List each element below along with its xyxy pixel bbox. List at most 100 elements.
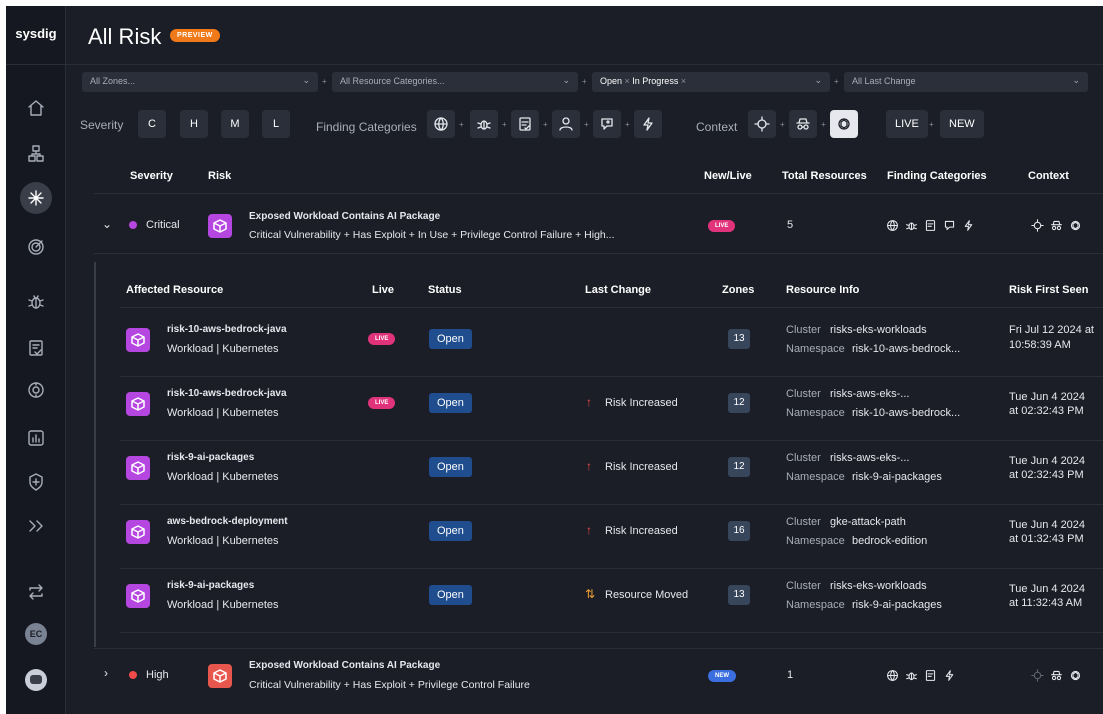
col-finding-categories[interactable]: Finding Categories — [887, 170, 987, 182]
resource-name[interactable]: risk-10-aws-bedrock-java — [167, 324, 287, 335]
plus-icon: + — [459, 120, 464, 129]
compliance-icon[interactable] — [20, 332, 52, 364]
runtime-category-button[interactable] — [634, 110, 662, 138]
col-total-resources[interactable]: Total Resources — [782, 170, 867, 182]
first-seen-time: 10:58:39 AM — [1009, 339, 1071, 351]
namespace-value: risk-10-aws-bedrock... — [852, 407, 961, 419]
posture-icon[interactable] — [20, 231, 52, 263]
last-change-text: Risk Increased — [605, 461, 678, 473]
col-live[interactable]: Live — [372, 284, 394, 296]
last-change-text: Risk Increased — [605, 397, 678, 409]
cube-icon — [208, 214, 232, 238]
col-status[interactable]: Status — [428, 284, 462, 296]
namespace-label: Namespace — [786, 407, 845, 419]
severity-medium-button[interactable]: M — [221, 110, 249, 138]
context-label: Context — [696, 120, 738, 134]
cluster-value: risks-eks-workloads — [830, 324, 927, 336]
policies-icon[interactable] — [20, 466, 52, 498]
document-check-icon — [519, 117, 531, 131]
plus-icon: + — [322, 77, 327, 86]
config-category-button[interactable] — [593, 110, 621, 138]
severity-text: Critical — [146, 219, 180, 231]
zones-filter-value: All Zones... — [90, 76, 136, 86]
col-risk-first-seen[interactable]: Risk First Seen — [1009, 284, 1088, 296]
chevron-down-icon: ⌄ — [302, 75, 310, 85]
risk-icon[interactable] — [20, 182, 52, 214]
risk-title[interactable]: Exposed Workload Contains AI Package — [249, 211, 440, 222]
first-seen-date: Tue Jun 4 2024 — [1009, 455, 1086, 467]
chevron-right-icon[interactable]: › — [104, 666, 108, 680]
threats-icon[interactable] — [20, 286, 52, 318]
last-change-text: Risk Increased — [605, 525, 678, 537]
chevron-down-icon[interactable]: ⌄ — [102, 217, 112, 231]
cube-icon — [126, 456, 150, 480]
status-chip-open: Open — [600, 76, 623, 86]
compliance-category-button[interactable] — [511, 110, 539, 138]
namespace-value: risk-9-ai-packages — [852, 599, 942, 611]
vulnerability-category-button[interactable] — [470, 110, 498, 138]
resource-name[interactable]: risk-9-ai-packages — [167, 580, 254, 591]
identity-category-button[interactable] — [552, 110, 580, 138]
context-icons — [1031, 669, 1082, 682]
privileged-context-button[interactable] — [789, 110, 817, 138]
col-risk[interactable]: Risk — [208, 170, 231, 182]
resource-name[interactable]: risk-10-aws-bedrock-java — [167, 388, 287, 399]
swap-arrows-icon: ⇅ — [585, 587, 596, 601]
zones-count: 12 — [728, 457, 750, 477]
exposure-context-button[interactable] — [748, 110, 776, 138]
expand-icon[interactable] — [20, 510, 52, 542]
globe-icon — [434, 117, 448, 131]
severity-high-button[interactable]: H — [180, 110, 208, 138]
finding-categories-label: Finding Categories — [316, 120, 417, 134]
support-icon[interactable] — [25, 669, 47, 691]
cube-icon — [126, 392, 150, 416]
live-filter-button[interactable]: LIVE — [886, 110, 928, 138]
namespace-label: Namespace — [786, 535, 845, 547]
cluster-value: gke-attack-path — [830, 516, 906, 528]
lightning-icon — [964, 220, 973, 231]
col-severity[interactable]: Severity — [130, 170, 173, 182]
cluster-value: risks-eks-workloads — [830, 580, 927, 592]
status-filter[interactable]: Open × In Progress × ⌄ — [592, 72, 830, 92]
zones-count: 13 — [728, 329, 750, 349]
total-resources: 5 — [787, 219, 794, 231]
namespace-value: risk-10-aws-bedrock... — [852, 343, 961, 355]
plus-icon: + — [834, 77, 839, 86]
col-zones[interactable]: Zones — [722, 284, 754, 296]
severity-low-button[interactable]: L — [262, 110, 290, 138]
col-resource-info[interactable]: Resource Info — [786, 284, 859, 296]
chevron-down-icon: ⌄ — [814, 75, 822, 85]
col-new-live[interactable]: New/Live — [704, 170, 752, 182]
plus-icon: + — [780, 120, 785, 129]
ai-icon — [1070, 670, 1081, 681]
finding-categories-icons — [886, 219, 975, 232]
resource-name[interactable]: aws-bedrock-deployment — [167, 516, 288, 527]
new-filter-button[interactable]: NEW — [940, 110, 984, 138]
cluster-label: Cluster — [786, 580, 821, 592]
last-change-filter[interactable]: All Last Change ⌄ — [844, 72, 1088, 92]
context-icons — [1031, 219, 1082, 232]
resource-name[interactable]: risk-9-ai-packages — [167, 452, 254, 463]
target-icon — [1031, 219, 1044, 232]
user-avatar[interactable]: EC — [25, 623, 47, 645]
reports-icon[interactable] — [20, 422, 52, 454]
integrations-icon[interactable] — [20, 576, 52, 608]
severity-critical-button[interactable]: C — [138, 110, 166, 138]
resource-type: Workload | Kubernetes — [167, 599, 279, 611]
ai-context-button[interactable] — [830, 110, 858, 138]
zones-filter[interactable]: All Zones... ⌄ — [82, 72, 318, 92]
status-badge: Open — [429, 521, 472, 541]
page-title: All Risk — [88, 24, 162, 49]
vulnerabilities-icon[interactable] — [20, 374, 52, 406]
inventory-icon[interactable] — [20, 138, 52, 170]
col-context[interactable]: Context — [1028, 170, 1069, 182]
resource-categories-filter[interactable]: All Resource Categories... ⌄ — [332, 72, 578, 92]
col-affected-resource[interactable]: Affected Resource — [126, 284, 223, 296]
col-last-change[interactable]: Last Change — [585, 284, 651, 296]
home-icon[interactable] — [20, 92, 52, 124]
high-severity-dot — [129, 671, 137, 679]
resource-type: Workload | Kubernetes — [167, 407, 279, 419]
critical-severity-dot — [129, 221, 137, 229]
risk-title[interactable]: Exposed Workload Contains AI Package — [249, 660, 440, 671]
network-category-button[interactable] — [427, 110, 455, 138]
